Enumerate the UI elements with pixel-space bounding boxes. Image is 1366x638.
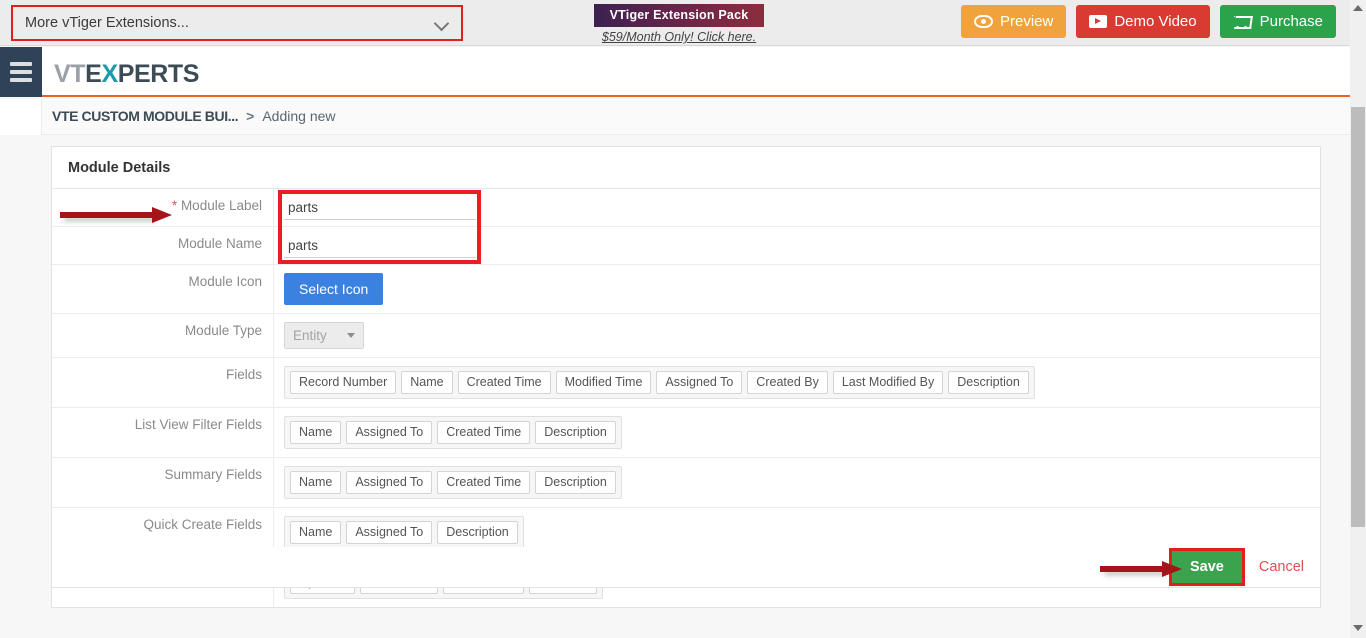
label-summary-fields: Summary Fields	[52, 458, 274, 507]
tag-item[interactable]: Created Time	[437, 421, 531, 444]
module-type-select: Entity	[284, 322, 364, 349]
module-name-input[interactable]	[284, 233, 476, 258]
hamburger-icon[interactable]	[0, 47, 42, 97]
form-row-summary-fields: Summary Fields Name Assigned To Created …	[52, 458, 1320, 508]
quick-create-fields-tag-list: Name Assigned To Description	[284, 516, 524, 549]
tag-item[interactable]: Name	[401, 371, 453, 394]
cart-icon	[1233, 14, 1253, 30]
chevron-down-icon	[435, 16, 449, 30]
scroll-up-arrow-icon[interactable]	[1353, 5, 1363, 11]
tag-item[interactable]: Last Modified By	[832, 371, 944, 394]
tag-item[interactable]: Modified Time	[555, 371, 652, 394]
form-row-module-label: * Module Label	[52, 189, 1320, 227]
panel-title: Module Details	[52, 147, 1320, 189]
tag-item[interactable]: Description	[437, 521, 518, 544]
list-view-filter-fields-tag-list: Name Assigned To Created Time Descriptio…	[284, 416, 622, 449]
value-fields: Record Number Name Created Time Modified…	[274, 358, 1320, 407]
extension-pack-link[interactable]: $59/Month Only! Click here.	[594, 30, 764, 44]
tag-item[interactable]: Created Time	[437, 471, 531, 494]
value-module-icon: Select Icon	[274, 265, 1320, 313]
summary-fields-tag-list: Name Assigned To Created Time Descriptio…	[284, 466, 622, 499]
form-row-list-view-filter-fields: List View Filter Fields Name Assigned To…	[52, 408, 1320, 458]
tag-item[interactable]: Name	[290, 471, 342, 494]
tag-item[interactable]: Assigned To	[346, 421, 433, 444]
vertical-scrollbar[interactable]	[1350, 0, 1366, 638]
breadcrumb-current: Adding new	[262, 108, 336, 124]
eye-icon	[973, 15, 993, 28]
scroll-down-arrow-icon[interactable]	[1353, 625, 1363, 631]
label-list-view-filter-fields: List View Filter Fields	[52, 408, 274, 457]
brand-part-vt: VT	[54, 60, 86, 88]
extension-pack-badge: VTiger Extension Pack	[594, 4, 764, 27]
demo-video-button-label: Demo Video	[1114, 13, 1197, 30]
label-text: Module Label	[180, 198, 262, 213]
promo-bar: More vTiger Extensions... VTiger Extensi…	[0, 0, 1350, 46]
hamburger-bar	[10, 78, 32, 82]
tag-item[interactable]: Name	[290, 421, 342, 444]
value-module-type: Entity	[274, 314, 1320, 357]
module-label-input[interactable]	[284, 195, 476, 220]
label-module-icon: Module Icon	[52, 265, 274, 313]
purchase-button[interactable]: Purchase	[1219, 5, 1336, 38]
save-button-highlight: Save	[1168, 548, 1245, 586]
form-row-fields: Fields Record Number Name Created Time M…	[52, 358, 1320, 408]
preview-button[interactable]: Preview	[960, 5, 1067, 38]
value-summary-fields: Name Assigned To Created Time Descriptio…	[274, 458, 1320, 507]
breadcrumb-module[interactable]: VTE CUSTOM MODULE BUI...	[52, 108, 239, 124]
tag-item[interactable]: Description	[535, 421, 616, 444]
tag-item[interactable]: Assigned To	[346, 521, 433, 544]
play-icon	[1089, 15, 1108, 28]
label-module-name: Module Name	[52, 227, 274, 264]
breadcrumb-left-tab	[0, 99, 42, 135]
form-row-module-name: Module Name	[52, 227, 1320, 265]
more-extensions-label: More vTiger Extensions...	[25, 15, 189, 31]
promo-button-group: Preview Demo Video Purchase	[960, 5, 1336, 38]
tag-item[interactable]: Name	[290, 521, 342, 544]
chevron-down-icon	[347, 333, 355, 338]
select-icon-button[interactable]: Select Icon	[284, 273, 384, 305]
panel-footer: Save Cancel	[51, 547, 1321, 588]
demo-video-button[interactable]: Demo Video	[1076, 5, 1210, 38]
value-module-label	[274, 189, 1320, 226]
label-module-type: Module Type	[52, 314, 274, 357]
module-type-value: Entity	[293, 328, 327, 343]
fields-tag-list: Record Number Name Created Time Modified…	[284, 366, 1035, 399]
form-row-module-type: Module Type Entity	[52, 314, 1320, 358]
breadcrumb-strip: VTE CUSTOM MODULE BUI... > Adding new	[0, 99, 1350, 135]
required-asterisk: *	[171, 198, 178, 213]
save-button[interactable]: Save	[1171, 551, 1242, 583]
breadcrumb-separator: >	[246, 108, 255, 124]
breadcrumb: VTE CUSTOM MODULE BUI... > Adding new	[52, 108, 336, 124]
hamburger-bar	[10, 62, 32, 66]
tag-item[interactable]: Assigned To	[656, 371, 743, 394]
tag-item[interactable]: Description	[948, 371, 1029, 394]
more-extensions-select[interactable]: More vTiger Extensions...	[11, 5, 463, 41]
purchase-button-label: Purchase	[1259, 13, 1323, 30]
tag-item[interactable]: Description	[535, 471, 616, 494]
brand-part-e: E	[85, 60, 102, 88]
brand-part-x: X	[101, 60, 118, 88]
module-details-panel: Module Details * Module Label Module Nam…	[51, 146, 1321, 608]
tag-item[interactable]: Created By	[747, 371, 828, 394]
tag-item[interactable]: Assigned To	[346, 471, 433, 494]
extension-pack-promo: VTiger Extension Pack $59/Month Only! Cl…	[594, 4, 764, 44]
label-module-label: * Module Label	[52, 189, 274, 226]
scrollbar-thumb[interactable]	[1351, 107, 1365, 527]
hamburger-bar	[10, 70, 32, 74]
brand-logo[interactable]: VTEXPERTS	[54, 60, 199, 89]
label-fields: Fields	[52, 358, 274, 407]
cancel-button[interactable]: Cancel	[1259, 559, 1304, 575]
brand-part-perts: PERTS	[117, 60, 200, 88]
value-module-name	[274, 227, 1320, 264]
tag-item[interactable]: Created Time	[457, 371, 551, 394]
preview-button-label: Preview	[999, 13, 1054, 30]
main-navbar: VTEXPERTS	[0, 47, 1350, 134]
value-list-view-filter-fields: Name Assigned To Created Time Descriptio…	[274, 408, 1320, 457]
form-row-module-icon: Module Icon Select Icon	[52, 265, 1320, 314]
tag-item[interactable]: Record Number	[290, 371, 397, 394]
